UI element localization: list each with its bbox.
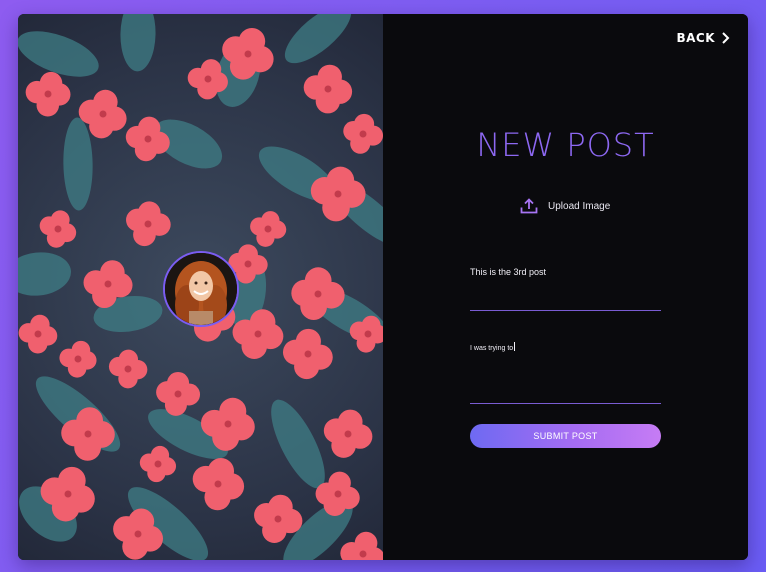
post-title-value: This is the 3rd post — [470, 267, 547, 277]
leaf-shape — [284, 14, 352, 64]
flower-shape — [59, 340, 97, 378]
back-label: BACK — [676, 31, 715, 45]
flower-shape — [18, 314, 58, 354]
avatar[interactable] — [163, 251, 239, 327]
flower-shape — [282, 328, 333, 380]
leaf-shape — [120, 14, 156, 72]
upload-icon — [520, 198, 538, 214]
cover-photo — [18, 14, 383, 560]
upload-label: Upload Image — [548, 200, 611, 212]
back-link[interactable]: BACK — [676, 31, 730, 45]
text-caret — [514, 342, 516, 351]
flower-shape — [108, 349, 148, 389]
form-panel: BACK NEW POST Upload Image This is the 3… — [383, 14, 748, 560]
post-body-textarea[interactable]: I was trying to — [470, 338, 661, 404]
leaf-shape — [63, 117, 93, 211]
flower-shape — [25, 71, 71, 117]
flower-shape — [340, 531, 383, 560]
submit-post-button[interactable]: SUBMIT POST — [470, 424, 661, 448]
page-title: NEW POST — [476, 126, 655, 164]
leaf-shape — [18, 252, 71, 296]
flower-shape — [343, 113, 383, 154]
flower-shape — [250, 211, 287, 247]
avatar-portrait — [165, 253, 237, 325]
post-card: BACK NEW POST Upload Image This is the 3… — [18, 14, 748, 560]
flower-shape — [39, 210, 77, 248]
flower-shape — [303, 64, 353, 114]
flower-shape — [139, 445, 177, 483]
flower-shape — [323, 409, 373, 458]
leaf-shape — [18, 31, 99, 77]
post-body-value: I was trying to — [470, 345, 514, 352]
post-title-input[interactable]: This is the 3rd post — [470, 260, 661, 311]
flower-shape — [126, 201, 171, 247]
chevron-right-icon — [722, 32, 730, 44]
leaf-shape — [271, 399, 325, 489]
upload-image-button[interactable]: Upload Image — [520, 198, 610, 214]
flower-shape — [192, 458, 245, 511]
